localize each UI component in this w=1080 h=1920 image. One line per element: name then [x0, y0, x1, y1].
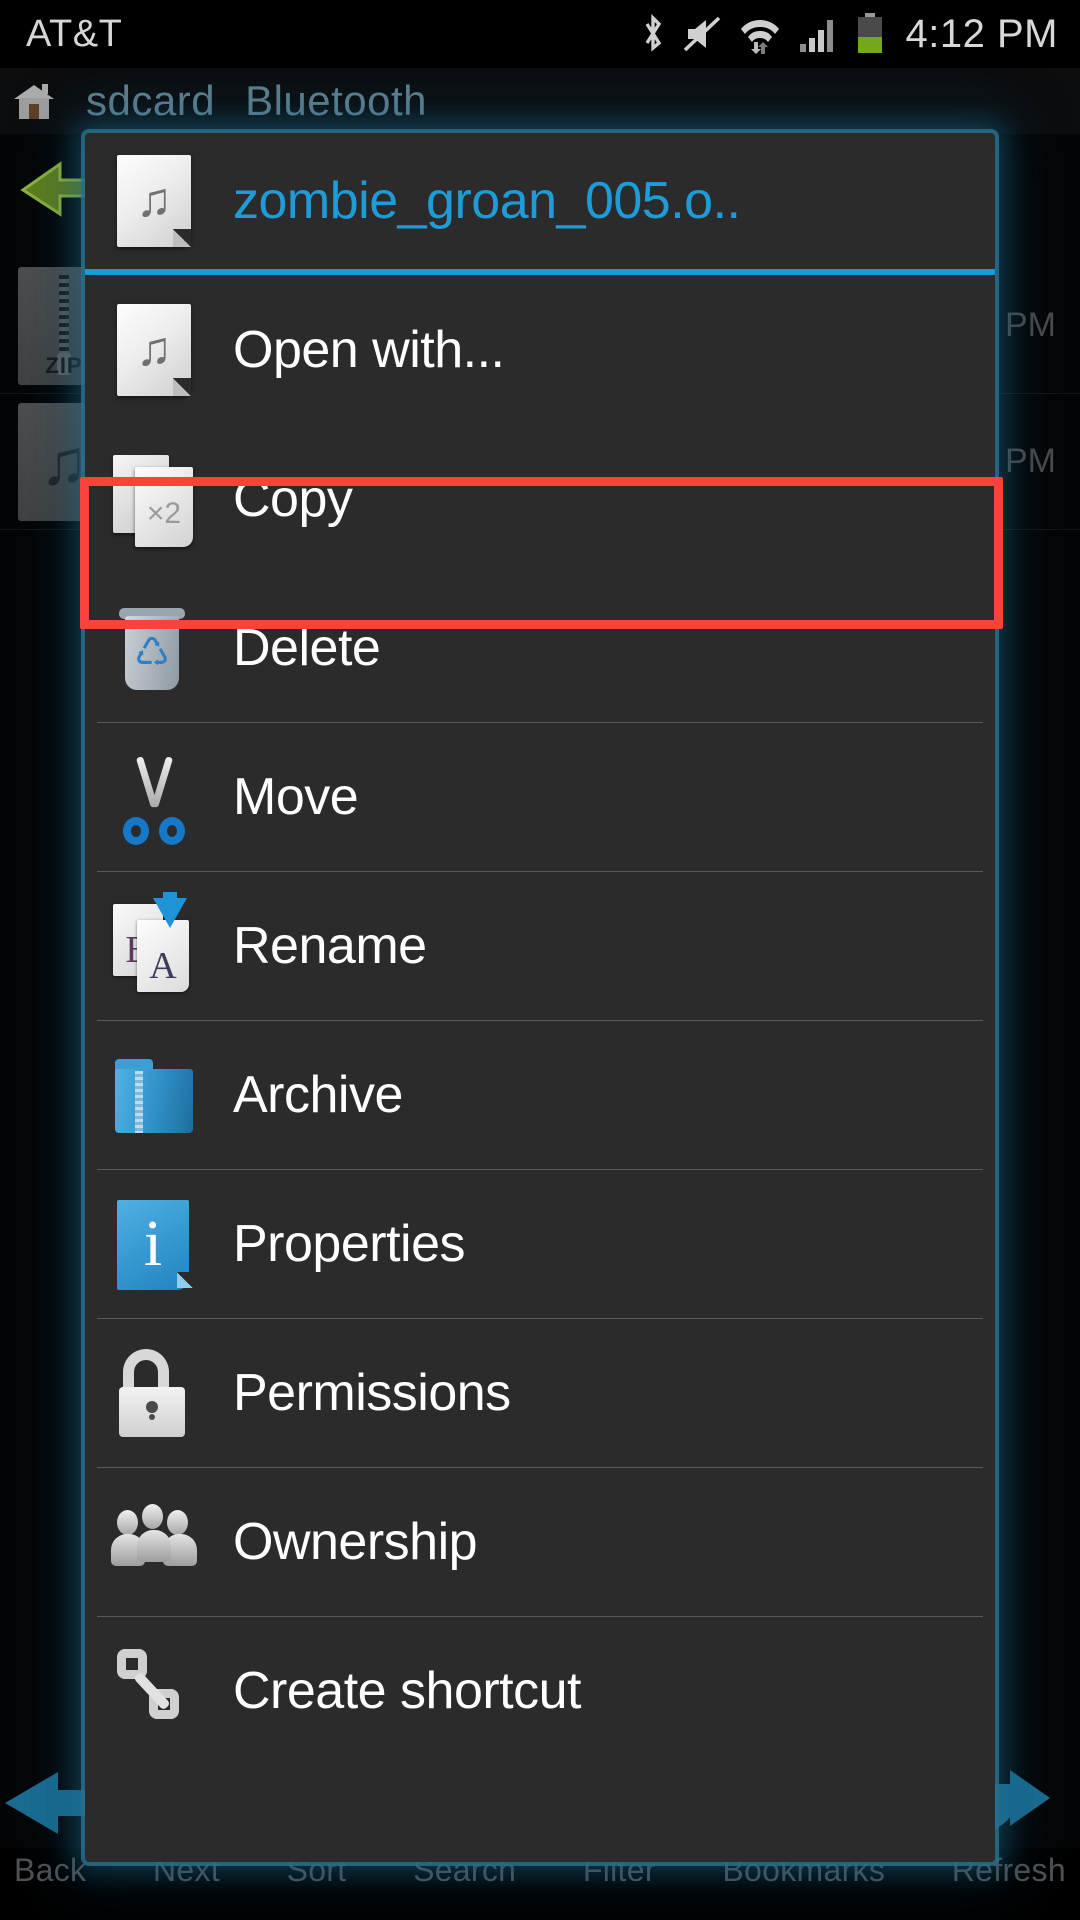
menu-item-label: Delete [233, 618, 381, 677]
menu-item-label: Archive [233, 1065, 403, 1124]
toolbar-button-back[interactable]: Back [14, 1852, 86, 1889]
menu-item-label: Permissions [233, 1363, 511, 1422]
menu-item-label: Move [233, 767, 359, 826]
menu-item-move[interactable]: Move [85, 722, 995, 871]
archive-folder-icon [109, 1047, 201, 1143]
menu-item-copy[interactable]: ×2 Copy [85, 424, 995, 573]
phone-screen: sdcard Bluetooth ZIP PM ♫ PM Back Next S… [0, 0, 1080, 1920]
context-menu-list: ♫ Open with... ×2 Copy Delete [85, 275, 995, 1765]
music-file-icon: ♫ [109, 153, 201, 249]
wifi-icon [740, 19, 779, 54]
status-bar: AT&T 4:12 PM [0, 0, 1080, 68]
menu-item-ownership[interactable]: Ownership [85, 1467, 995, 1616]
home-icon[interactable] [12, 79, 56, 123]
trash-can-icon [109, 600, 201, 696]
menu-item-rename[interactable]: Rename [85, 871, 995, 1020]
menu-item-label: Properties [233, 1214, 466, 1273]
carrier-label: AT&T [26, 13, 123, 55]
file-time: PM [1005, 442, 1056, 480]
context-menu-dialog: ♫ zombie_groan_005.o.. ♫ Open with... ×2… [85, 133, 995, 1862]
padlock-icon [109, 1345, 201, 1441]
menu-item-delete[interactable]: Delete [85, 573, 995, 722]
copy-x2-icon: ×2 [109, 451, 201, 547]
info-icon [109, 1196, 201, 1292]
music-file-icon: ♫ [109, 302, 201, 398]
menu-item-permissions[interactable]: Permissions [85, 1318, 995, 1467]
menu-item-label: Rename [233, 916, 427, 975]
menu-item-label: Create shortcut [233, 1661, 582, 1720]
battery-icon [857, 13, 882, 53]
file-time: PM [1005, 306, 1056, 344]
dialog-title: zombie_groan_005.o.. [233, 172, 741, 230]
menu-item-create-shortcut[interactable]: Create shortcut [85, 1616, 995, 1765]
menu-item-label: Ownership [233, 1512, 478, 1571]
menu-item-properties[interactable]: Properties [85, 1169, 995, 1318]
menu-item-open-with[interactable]: ♫ Open with... [85, 275, 995, 424]
mute-icon [683, 16, 720, 52]
breadcrumb-item-sdcard[interactable]: sdcard [86, 77, 215, 125]
breadcrumb: sdcard Bluetooth [0, 68, 1080, 134]
people-icon [109, 1494, 201, 1590]
menu-item-label: Open with... [233, 320, 505, 379]
menu-item-archive[interactable]: Archive [85, 1020, 995, 1169]
bluetooth-icon [645, 13, 661, 52]
rename-ba-icon [109, 891, 201, 994]
scissors-icon [109, 749, 201, 845]
signal-icon [799, 20, 833, 52]
menu-item-label: Copy [233, 469, 353, 528]
breadcrumb-item-bluetooth[interactable]: Bluetooth [245, 77, 427, 125]
clock: 4:12 PM [905, 11, 1058, 56]
dialog-header: ♫ zombie_groan_005.o.. [85, 133, 995, 275]
chain-link-icon [109, 1643, 201, 1739]
